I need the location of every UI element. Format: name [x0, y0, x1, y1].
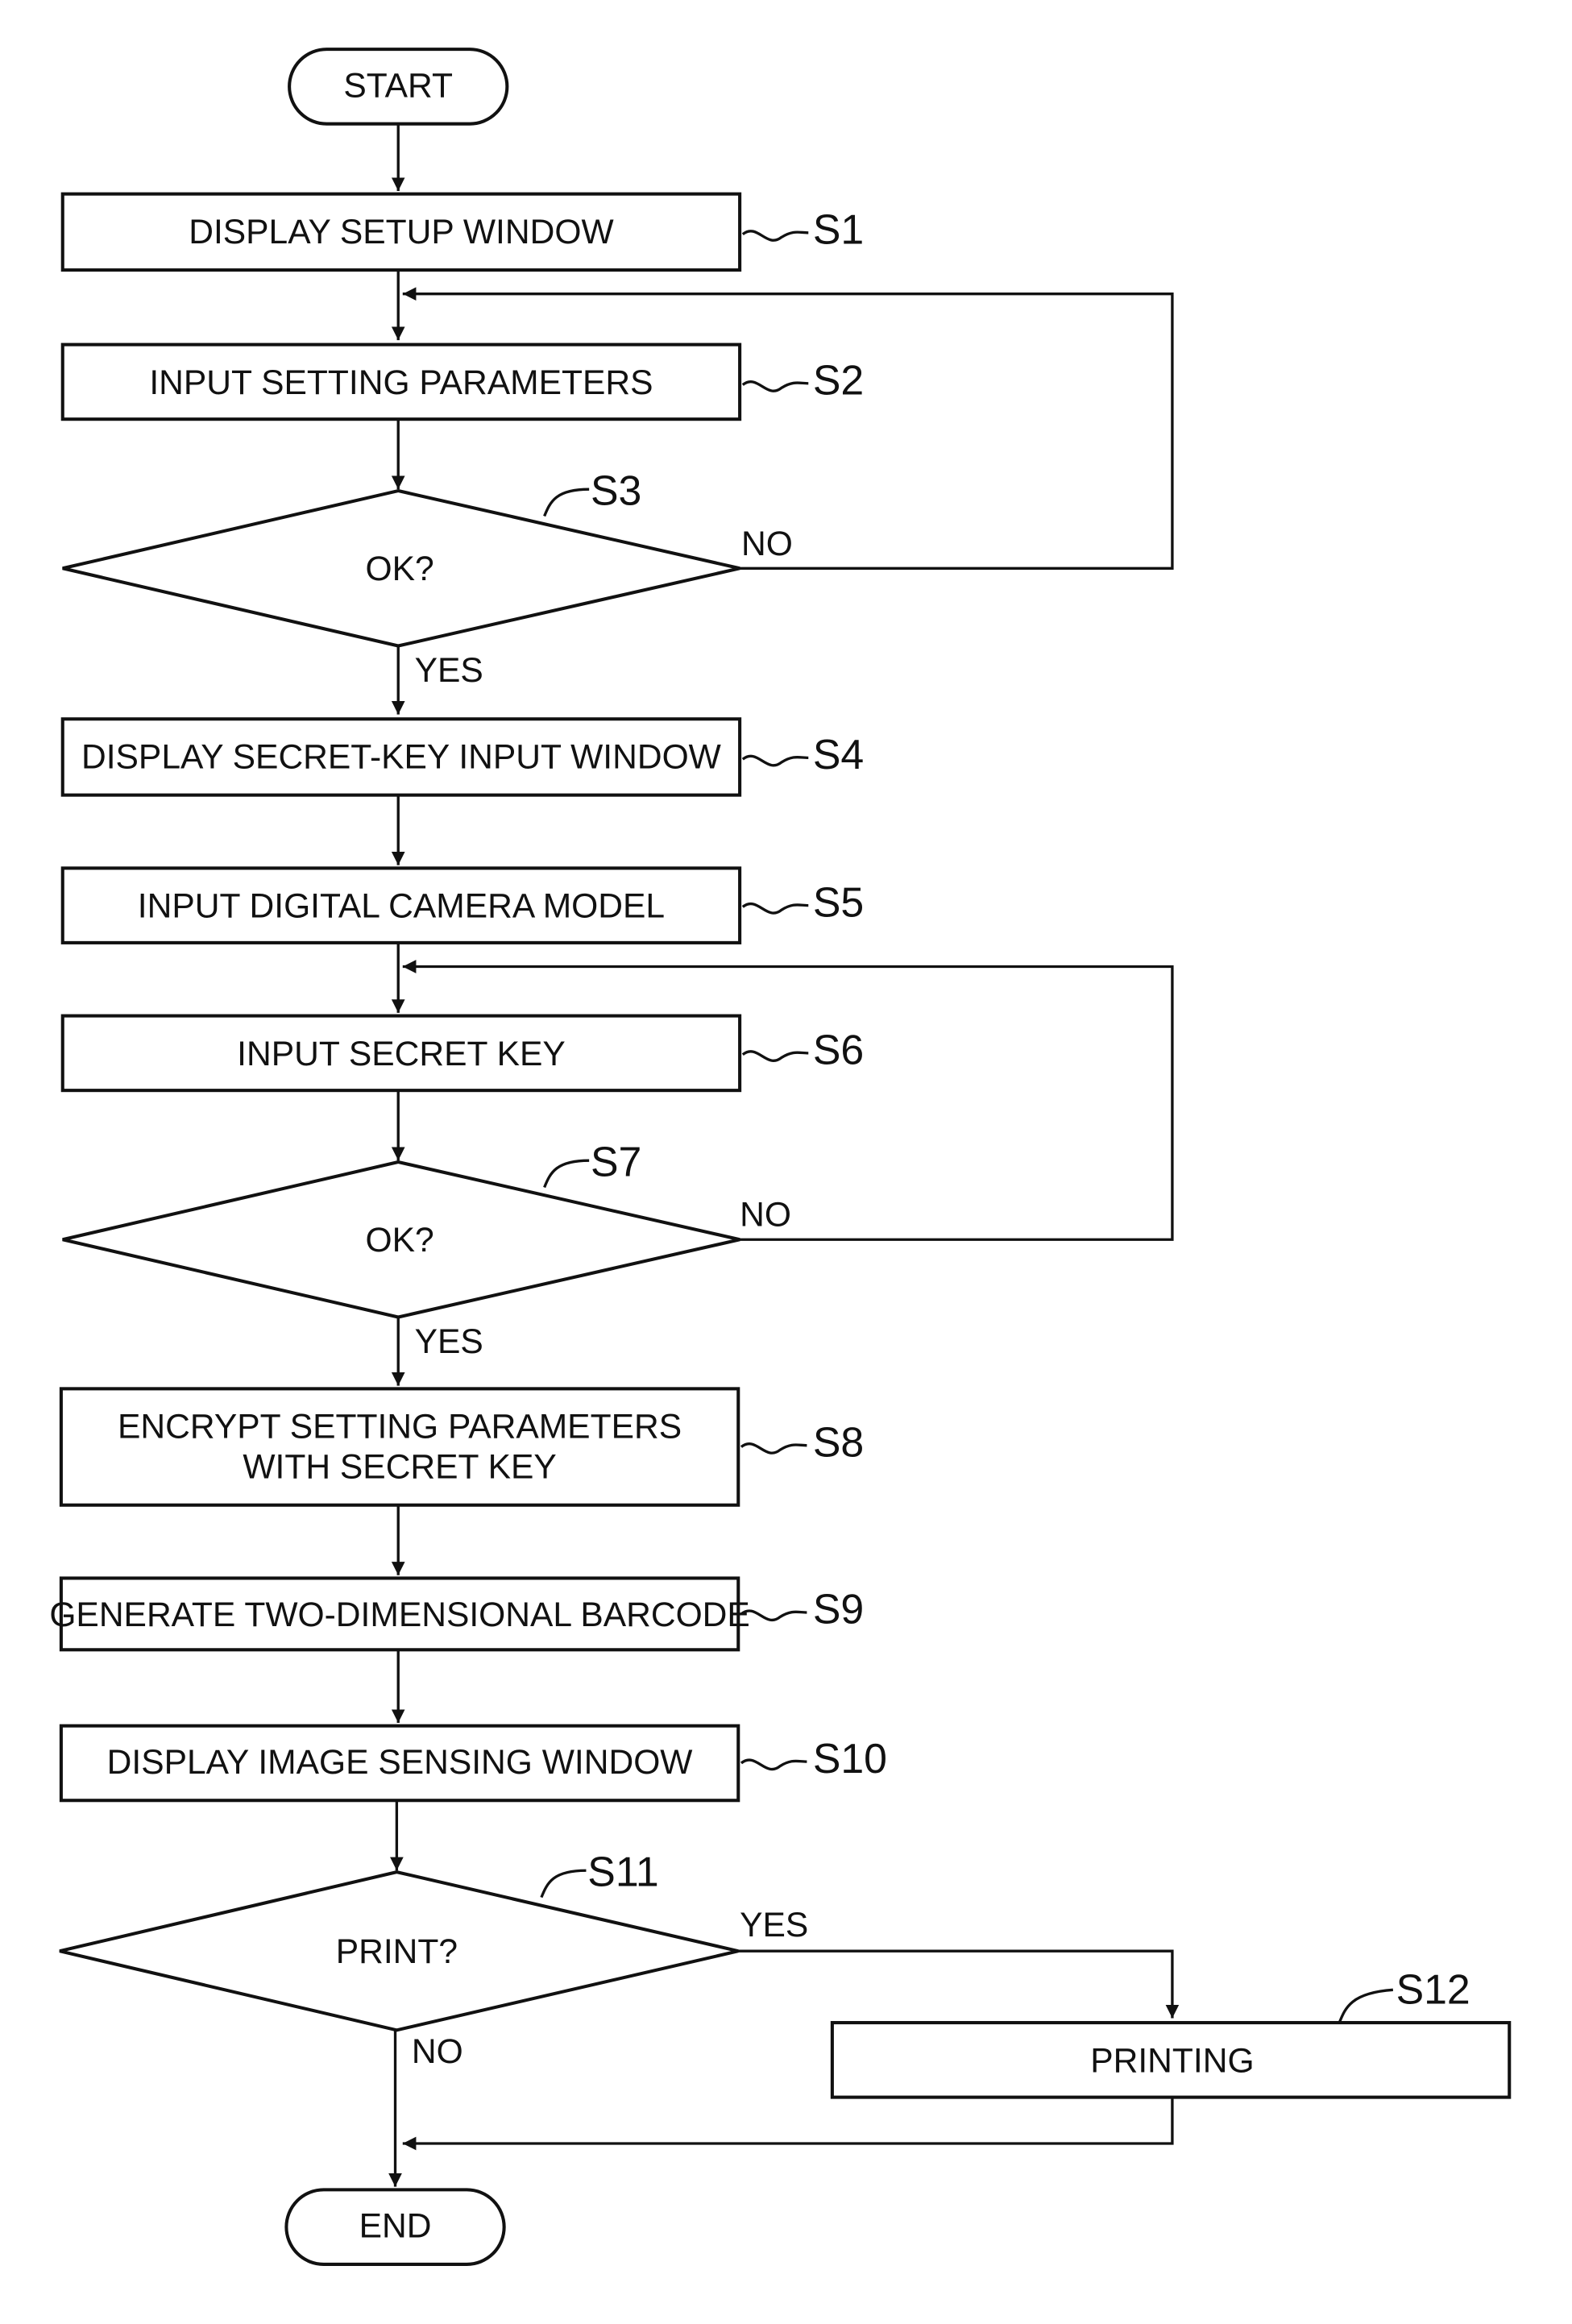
s3-yes-label: YES — [415, 651, 483, 690]
s12-leader — [1338, 1988, 1393, 2023]
s7-label: OK? — [365, 1221, 433, 1260]
decision-s11: PRINT? S11 YES NO — [59, 1848, 808, 2071]
s8-leader — [740, 1442, 807, 1455]
s4-label: DISPLAY SECRET-KEY INPUT WINDOW — [81, 737, 722, 776]
s12-label: PRINTING — [1090, 2041, 1254, 2080]
s7-no-label: NO — [740, 1196, 791, 1235]
step-s1: DISPLAY SETUP WINDOW S1 — [60, 192, 864, 272]
s3-label: OK? — [365, 550, 433, 588]
s4-leader — [741, 754, 809, 767]
s5-id: S5 — [813, 878, 864, 925]
step-s5: INPUT DIGITAL CAMERA MODEL S5 — [60, 866, 864, 944]
s7-leader — [543, 1159, 590, 1189]
step-s8: ENCRYPT SETTING PARAMETERS WITH SECRET K… — [59, 1387, 864, 1507]
s11-yes-label: YES — [740, 1906, 808, 1944]
step-s2: INPUT SETTING PARAMETERS S2 — [60, 342, 864, 421]
s11-leader — [540, 1869, 587, 1899]
arrow-s12-merge — [402, 2097, 1174, 2151]
step-s6: INPUT SECRET KEY S6 — [60, 1014, 864, 1093]
s7-id: S7 — [591, 1138, 641, 1185]
s1-leader — [741, 230, 809, 242]
s2-leader — [741, 380, 809, 392]
s9-id: S9 — [813, 1586, 864, 1633]
decision-s7: OK? S7 NO YES — [62, 1138, 791, 1361]
s10-label: DISPLAY IMAGE SENSING WINDOW — [107, 1743, 694, 1782]
s2-id: S2 — [813, 356, 864, 403]
s1-label: DISPLAY SETUP WINDOW — [189, 213, 614, 251]
s12-id: S12 — [1396, 1966, 1470, 2013]
s2-label: INPUT SETTING PARAMETERS — [149, 363, 653, 402]
s11-id: S11 — [587, 1848, 658, 1894]
s11-no-label: NO — [412, 2032, 463, 2071]
start-terminal: START — [288, 48, 509, 126]
step-s10: DISPLAY IMAGE SENSING WINDOW S10 — [59, 1724, 887, 1803]
arrow-s11-yes-s12 — [738, 1949, 1180, 2019]
start-label: START — [343, 66, 453, 105]
s3-leader — [543, 488, 590, 517]
s3-no-label: NO — [741, 525, 793, 563]
s5-leader — [741, 902, 809, 915]
s8-label-line2: WITH SECRET KEY — [243, 1448, 556, 1487]
flowchart: START DISPLAY SETUP WINDOW S1 INPUT SETT… — [49, 48, 1512, 2266]
decision-s3: OK? S3 NO YES — [62, 467, 793, 690]
s3-id: S3 — [591, 467, 641, 513]
end-terminal: END — [284, 2188, 506, 2266]
s11-label: PRINT? — [336, 1932, 458, 1971]
s7-yes-label: YES — [415, 1322, 483, 1361]
s10-leader — [740, 1758, 807, 1771]
s4-id: S4 — [813, 731, 864, 778]
s6-label: INPUT SECRET KEY — [237, 1035, 566, 1073]
s6-leader — [741, 1050, 809, 1062]
s6-id: S6 — [813, 1027, 864, 1073]
s8-id: S8 — [813, 1418, 864, 1465]
s8-label-line1: ENCRYPT SETTING PARAMETERS — [118, 1408, 682, 1446]
s5-label: INPUT DIGITAL CAMERA MODEL — [138, 887, 665, 926]
step-s4: DISPLAY SECRET-KEY INPUT WINDOW S4 — [60, 717, 864, 797]
end-label: END — [359, 2207, 432, 2246]
step-s12: PRINTING S12 — [830, 1966, 1512, 2099]
s10-id: S10 — [813, 1735, 887, 1782]
s9-leader — [740, 1609, 807, 1622]
step-s9: GENERATE TWO-DIMENSIONAL BARCODE S9 — [49, 1576, 864, 1652]
s1-id: S1 — [813, 205, 864, 252]
s9-label: GENERATE TWO-DIMENSIONAL BARCODE — [49, 1596, 749, 1634]
